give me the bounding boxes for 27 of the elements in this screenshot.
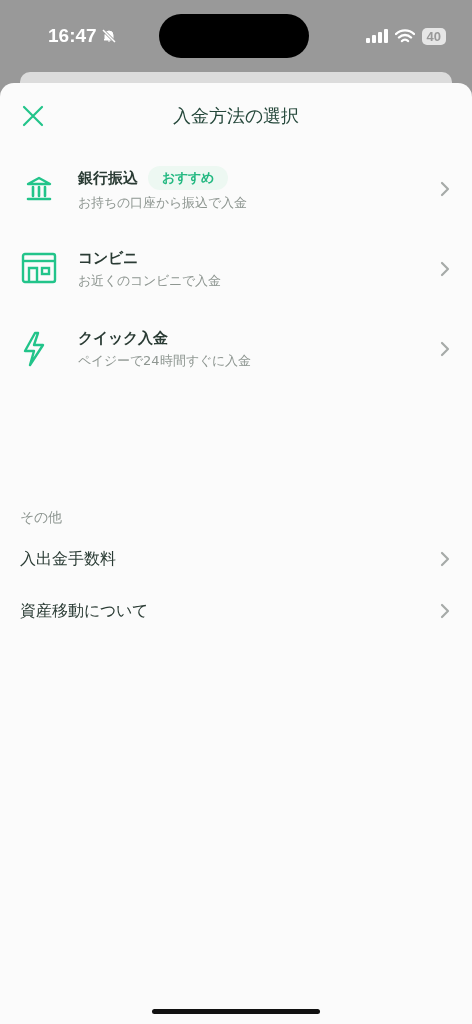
- chevron-right-icon: [440, 181, 450, 197]
- menu-item[interactable]: 入出金手数料: [0, 533, 472, 585]
- payment-method-item[interactable]: クイック入金 ペイジーで24時間すぐに入金: [0, 309, 472, 389]
- section-heading: その他: [19, 509, 63, 527]
- method-title: クイック入金: [78, 328, 168, 348]
- chevron-right-icon: [440, 261, 450, 277]
- battery-level: 40: [421, 27, 446, 45]
- wifi-icon: [394, 28, 415, 44]
- method-description: お近くのコンビニで入金: [78, 271, 222, 290]
- method-description: お持ちの口座から振込で入金: [78, 194, 248, 212]
- menu-item-label: 資産移動について: [20, 600, 149, 622]
- method-description: ペイジーで24時間すぐに入金: [78, 351, 252, 370]
- sheet-title: 入金方法の選択: [173, 104, 299, 128]
- chevron-right-icon: [440, 551, 450, 567]
- close-icon: [22, 105, 44, 127]
- method-title: コンビニ: [78, 248, 138, 268]
- method-title: 銀行振込: [78, 168, 138, 188]
- menu-item[interactable]: 資産移動について: [0, 585, 472, 637]
- clock-time: 16:47: [48, 25, 97, 47]
- chevron-right-icon: [440, 603, 450, 619]
- menu-item-label: 入出金手数料: [20, 548, 117, 570]
- chevron-right-icon: [440, 341, 450, 357]
- bell-muted-icon: [100, 28, 117, 44]
- payment-method-item[interactable]: 銀行振込 おすすめ お持ちの口座から振込で入金: [0, 149, 472, 229]
- signal-icon: [365, 29, 388, 43]
- recommended-badge: おすすめ: [148, 166, 228, 190]
- payment-method-item[interactable]: コンビニ お近くのコンビニで入金: [0, 229, 472, 309]
